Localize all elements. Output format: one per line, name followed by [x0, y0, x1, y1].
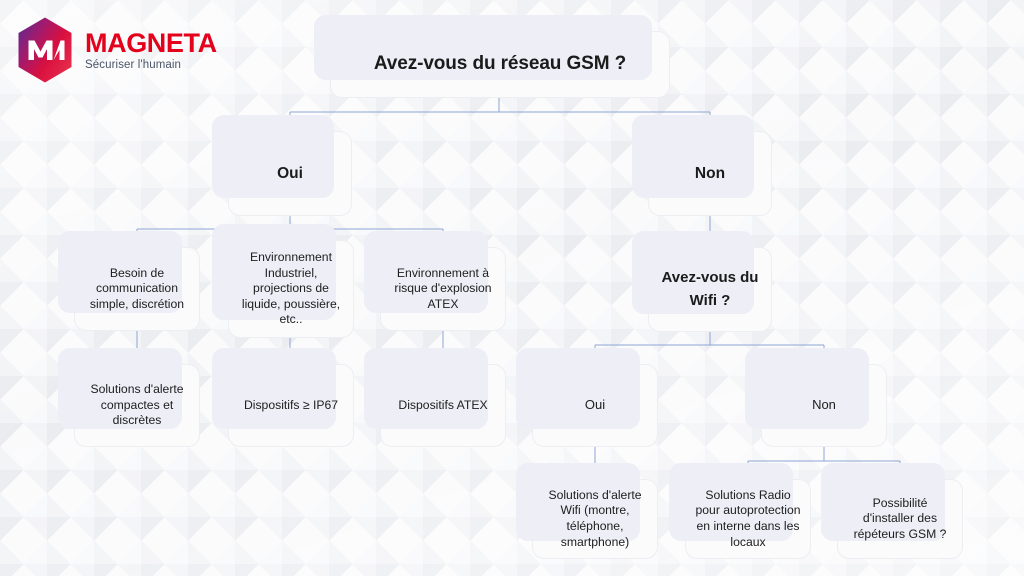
brand-logo-text: MAGNETA Sécuriser l'humain [85, 28, 217, 72]
node-label: Oui [584, 397, 606, 413]
node-label: Avez-vous du réseau GSM ? [373, 53, 627, 75]
node-label: Dispositifs ≥ IP67 [243, 397, 339, 412]
node-solution-repeteurs-gsm[interactable]: Possibilité d'installer des répéteurs GS… [821, 463, 963, 559]
node-solution-ip67[interactable]: Dispositifs ≥ IP67 [212, 348, 354, 447]
node-solution-radio-autoprotection[interactable]: Solutions Radio pour autoprotection en i… [669, 463, 811, 559]
node-label: Non [694, 164, 726, 182]
node-label: Environnement Industriel, projections de… [241, 249, 341, 327]
magneta-hexagon-logo-icon [18, 17, 72, 83]
node-solution-atex[interactable]: Dispositifs ATEX [364, 348, 506, 447]
brand-tagline: Sécuriser l'humain [85, 59, 182, 72]
brand-logo: MAGNETA Sécuriser l'humain [14, 16, 217, 84]
node-condition-communication-simple[interactable]: Besoin de communication simple, discréti… [58, 231, 200, 331]
node-label: Solutions Radio pour autoprotection en i… [695, 487, 801, 549]
node-solution-alerte-compactes[interactable]: Solutions d'alerte compactes et discrète… [58, 348, 200, 447]
node-oui-gsm[interactable]: Oui [212, 115, 352, 216]
node-label: Environnement à risque d'explosion ATEX [394, 265, 492, 311]
slide-canvas: MAGNETA Sécuriser l'humain Avez-vous du … [0, 0, 1024, 576]
brand-name: MAGNETA [85, 28, 217, 59]
node-solution-alerte-wifi[interactable]: Solutions d'alerte Wifi (montre, télépho… [516, 463, 658, 559]
node-non-wifi[interactable]: Non [745, 348, 887, 447]
node-condition-environnement-atex[interactable]: Environnement à risque d'explosion ATEX [364, 231, 506, 331]
node-oui-wifi[interactable]: Oui [516, 348, 658, 447]
node-label: Oui [277, 164, 303, 182]
node-label: Solutions d'alerte compactes et discrète… [90, 382, 184, 428]
node-label: Non [812, 397, 836, 413]
node-label: Possibilité d'installer des répéteurs GS… [853, 495, 947, 541]
node-label: Avez-vous du Wifi ? [661, 269, 759, 309]
node-non-gsm[interactable]: Non [632, 115, 772, 216]
node-label: Solutions d'alerte Wifi (montre, télépho… [548, 487, 642, 549]
node-condition-environnement-industriel[interactable]: Environnement Industriel, projections de… [212, 224, 354, 338]
node-label: Besoin de communication simple, discréti… [89, 265, 185, 311]
node-wifi-question[interactable]: Avez-vous du Wifi ? [632, 231, 772, 332]
node-label: Dispositifs ATEX [398, 397, 488, 412]
node-root-question[interactable]: Avez-vous du réseau GSM ? [314, 15, 670, 98]
